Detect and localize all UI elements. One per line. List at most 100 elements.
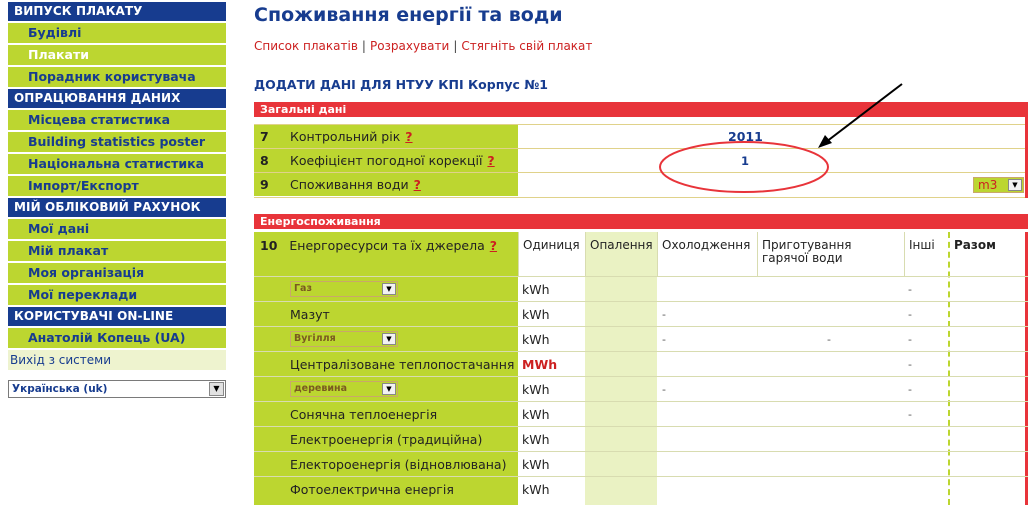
- row-label-cell: 8 Коефіцієнт погодної корекції?: [254, 149, 518, 172]
- page: ВИПУСК ПЛАКАТУ Будівлі Плакати Порадник …: [0, 0, 1028, 505]
- table-row-photovoltaic: Фотоелектрична енергія kWh: [254, 476, 1028, 505]
- other-cell: -: [908, 358, 912, 371]
- sidebar-item-posters[interactable]: Плакати: [8, 45, 226, 65]
- water-unit-value: m3: [978, 178, 998, 192]
- chevron-down-icon[interactable]: ▼: [1008, 179, 1022, 191]
- row-number: 10: [260, 238, 278, 253]
- link-calculate[interactable]: Розрахувати: [370, 39, 449, 53]
- row-label-cell: 7 Контрольний рік?: [254, 125, 518, 148]
- link-download-poster[interactable]: Стягніть свій плакат: [461, 39, 592, 53]
- sidebar-item-my-translations[interactable]: Мої переклади: [8, 285, 226, 305]
- row-number: 8: [260, 153, 269, 168]
- unit-cell: kWh: [522, 282, 550, 297]
- table-row-coal: Вугілля ▼ kWh - - -: [254, 326, 1028, 351]
- sidebar-item-buildings[interactable]: Будівлі: [8, 23, 226, 43]
- other-cell: -: [908, 333, 912, 346]
- fuel-select-gas[interactable]: Газ ▼: [290, 281, 398, 297]
- table-row-gas: Газ ▼ kWh -: [254, 276, 1028, 301]
- header-heating: Опалення: [585, 232, 657, 276]
- unit-cell: MWh: [522, 357, 558, 372]
- row-label-cell: Електороенергія (відновлювана): [254, 452, 518, 476]
- sidebar-header-data-processing: ОПРАЦЮВАННЯ ДАНИХ: [8, 89, 226, 108]
- sidebar-item-my-poster[interactable]: Мій плакат: [8, 241, 226, 261]
- water-unit-select[interactable]: m3 ▼: [973, 177, 1024, 193]
- energy-table: 10 Енергоресурси та їх джерела? Одиниця О…: [254, 232, 1028, 505]
- row-label-cell: Електроенергія (традиційна): [254, 427, 518, 451]
- chevron-down-icon[interactable]: ▼: [382, 383, 396, 395]
- table-row-fuel-oil: Мазут kWh - -: [254, 301, 1028, 326]
- row-label-cell: Фотоелектрична енергія: [254, 477, 518, 501]
- unit-cell: kWh: [522, 432, 550, 447]
- sidebar-item-local-stats[interactable]: Місцева статистика: [8, 110, 226, 130]
- language-select[interactable]: Українська (uk) ▼: [8, 380, 226, 398]
- row-label: Електроенергія (традиційна): [290, 432, 483, 447]
- row-label: Електороенергія (відновлювана): [290, 457, 507, 472]
- fuel-select-value: Вугілля: [294, 333, 336, 344]
- help-icon[interactable]: ?: [490, 238, 497, 253]
- row-label-cell: Мазут: [254, 302, 518, 326]
- cooling-cell: -: [662, 308, 666, 321]
- unit-cell: kWh: [522, 382, 550, 397]
- sidebar-item-my-data[interactable]: Мої дані: [8, 219, 226, 239]
- row-label-cell: Сонячна теплоенергія: [254, 402, 518, 426]
- help-icon[interactable]: ?: [414, 177, 421, 192]
- header-total: Разом: [954, 238, 996, 252]
- page-subtitle: ДОДАТИ ДАНІ ДЛЯ НТУУ КПІ Корпус №1: [254, 77, 549, 92]
- sidebar-header-online-users: КОРИСТУВАЧІ ON-LINE: [8, 307, 226, 326]
- fuel-select-coal[interactable]: Вугілля ▼: [290, 331, 398, 347]
- sidebar-item-building-stats-poster[interactable]: Building statistics poster: [8, 132, 226, 152]
- table-header-row: 10 Енергоресурси та їх джерела? Одиниця О…: [254, 232, 1028, 276]
- reference-year-value[interactable]: 2011: [728, 129, 763, 144]
- help-icon[interactable]: ?: [405, 129, 412, 144]
- sidebar-item-online-user[interactable]: Анатолій Копець (UA): [8, 328, 226, 348]
- link-poster-list[interactable]: Список плакатів: [254, 39, 358, 53]
- section-bar-general: Загальні дані: [254, 102, 1028, 117]
- row-label: Коефіцієнт погодної корекції?: [290, 153, 495, 168]
- general-row-weather-correction: 8 Коефіцієнт погодної корекції? 1: [254, 148, 1028, 172]
- page-title: Споживання енергії та води: [254, 4, 563, 26]
- logout-link[interactable]: Вихід з системи: [8, 350, 226, 370]
- unit-cell: kWh: [522, 482, 550, 497]
- general-row-year: 7 Контрольний рік? 2011: [254, 124, 1028, 148]
- sidebar-item-import-export[interactable]: Імпорт/Експорт: [8, 176, 226, 196]
- sidebar: ВИПУСК ПЛАКАТУ Будівлі Плакати Порадник …: [8, 2, 226, 372]
- sidebar-item-national-stats[interactable]: Національна статистика: [8, 154, 226, 174]
- general-row-water: 9 Споживання води? m3 ▼: [254, 172, 1028, 198]
- chevron-down-icon[interactable]: ▼: [382, 333, 396, 345]
- table-row-wood: деревина ▼ kWh - -: [254, 376, 1028, 401]
- sidebar-item-my-organization[interactable]: Моя організація: [8, 263, 226, 283]
- cooling-cell: -: [662, 333, 666, 346]
- other-cell: -: [908, 308, 912, 321]
- other-cell: -: [908, 383, 912, 396]
- table-row-electricity-traditional: Електроенергія (традиційна) kWh: [254, 426, 1028, 451]
- weather-correction-value[interactable]: 1: [741, 154, 749, 168]
- language-select-value: Українська (uk): [12, 383, 108, 395]
- row-number: 7: [260, 129, 269, 144]
- header-label-cell: 10 Енергоресурси та їх джерела?: [254, 232, 518, 276]
- row-number: 9: [260, 177, 269, 192]
- row-label: Фотоелектрична енергія: [290, 482, 454, 497]
- link-separator: |: [361, 39, 366, 53]
- row-label: Централізоване теплопостачання: [290, 357, 515, 372]
- row-label: Споживання води?: [290, 177, 421, 192]
- table-row-solar-thermal: Сонячна теплоенергія kWh -: [254, 401, 1028, 426]
- other-cell: -: [908, 283, 912, 296]
- unit-cell: kWh: [522, 332, 550, 347]
- chevron-down-icon[interactable]: ▼: [209, 382, 224, 396]
- header-other: Інші: [904, 232, 948, 276]
- help-icon[interactable]: ?: [487, 153, 494, 168]
- hot-water-cell: -: [827, 333, 831, 346]
- fuel-select-wood[interactable]: деревина ▼: [290, 381, 398, 397]
- other-cell: -: [908, 408, 912, 421]
- fuel-select-value: Газ: [294, 283, 312, 294]
- table-row-electricity-renewable: Електороенергія (відновлювана) kWh: [254, 451, 1028, 476]
- table-row-district-heating: Централізоване теплопостачання MWh -: [254, 351, 1028, 376]
- unit-cell: kWh: [522, 307, 550, 322]
- link-separator: |: [453, 39, 458, 53]
- row-label: Сонячна теплоенергія: [290, 407, 438, 422]
- chevron-down-icon[interactable]: ▼: [382, 283, 396, 295]
- row-label: Контрольний рік?: [290, 129, 413, 144]
- sidebar-item-user-guide[interactable]: Порадник користувача: [8, 67, 226, 87]
- section-bar-energy: Енергоспоживання: [254, 214, 1028, 229]
- header-cooling: Охолодження: [657, 232, 757, 276]
